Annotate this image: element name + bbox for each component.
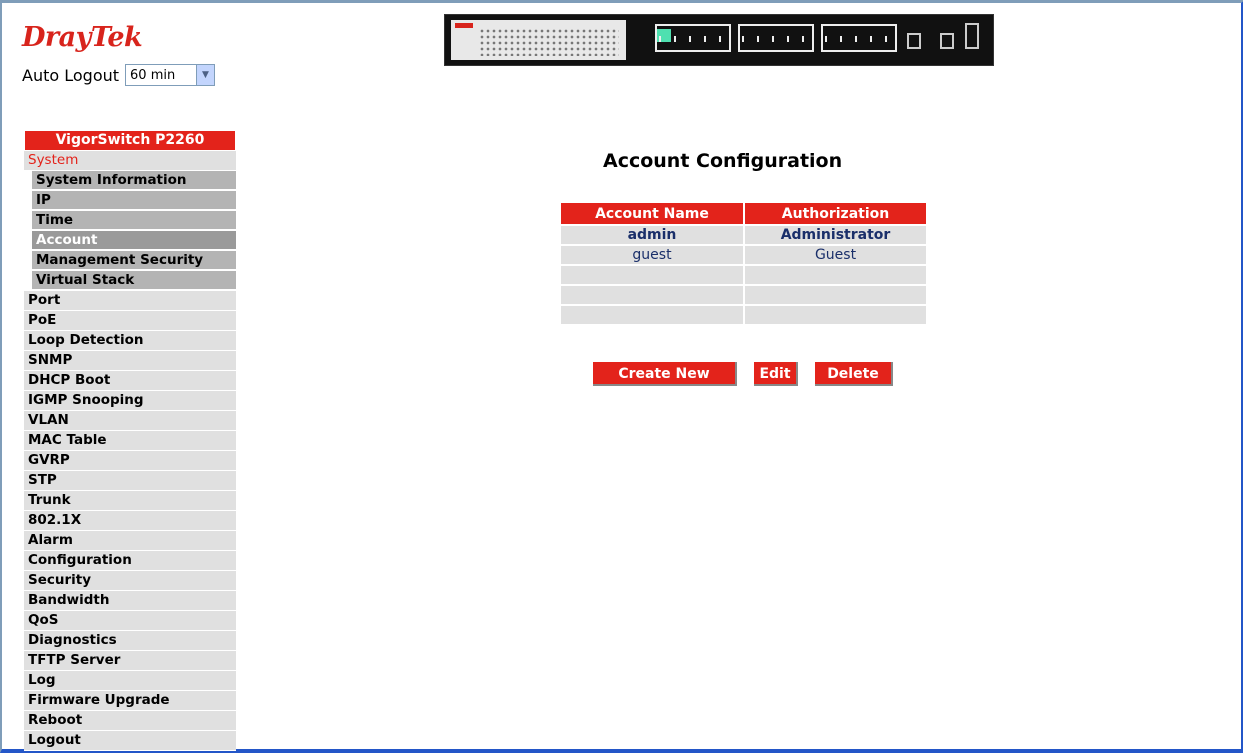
sidebar-item-qos[interactable]: QoS	[24, 611, 236, 631]
sidebar-item-tftp-server[interactable]: TFTP Server	[24, 651, 236, 671]
sidebar-item-security[interactable]: Security	[24, 571, 236, 591]
sidebar-item-snmp[interactable]: SNMP	[24, 351, 236, 371]
sidebar-subitem-time[interactable]: Time	[32, 211, 236, 231]
port-group-icon	[738, 24, 814, 52]
sidebar-item-dhcp-boot[interactable]: DHCP Boot	[24, 371, 236, 391]
authorization-cell	[745, 306, 926, 324]
edit-button[interactable]: Edit	[754, 362, 798, 386]
table-row[interactable]: admin Administrator	[561, 226, 926, 244]
sidebar-item-log[interactable]: Log	[24, 671, 236, 691]
sidebar-item-configuration[interactable]: Configuration	[24, 551, 236, 571]
authorization-cell	[745, 286, 926, 304]
authorization-cell	[745, 266, 926, 284]
account-name-cell: admin	[561, 226, 743, 244]
column-header-authorization: Authorization	[745, 203, 926, 224]
console-port-icon	[965, 23, 979, 49]
sidebar-item-port[interactable]: Port	[24, 291, 236, 311]
sidebar-subitem-account[interactable]: Account	[32, 231, 236, 251]
switch-front-panel-image	[444, 14, 994, 66]
sidebar-item-stp[interactable]: STP	[24, 471, 236, 491]
page-title: Account Configuration	[603, 150, 843, 172]
draytek-logo: DrayTek	[22, 22, 143, 53]
device-title: VigorSwitch P2260	[24, 130, 236, 151]
sidebar-item-alarm[interactable]: Alarm	[24, 531, 236, 551]
sidebar-item-trunk[interactable]: Trunk	[24, 491, 236, 511]
sidebar-item-poe[interactable]: PoE	[24, 311, 236, 331]
sidebar-item-system[interactable]: System	[24, 151, 236, 171]
sidebar-item-igmp-snooping[interactable]: IGMP Snooping	[24, 391, 236, 411]
account-name-cell	[561, 306, 743, 324]
chevron-down-icon[interactable]: ▼	[196, 65, 215, 85]
sidebar-item-firmware-upgrade[interactable]: Firmware Upgrade	[24, 691, 236, 711]
auto-logout-select[interactable]: 60 min ▼	[125, 64, 216, 86]
delete-button[interactable]: Delete	[815, 362, 893, 386]
create-new-button[interactable]: Create New	[593, 362, 737, 386]
account-table: Account Name Authorization admin Administ…	[559, 201, 928, 326]
auto-logout-label: Auto Logout	[22, 65, 120, 85]
switch-label-panel	[451, 20, 626, 60]
auto-logout-value: 60 min	[130, 67, 176, 83]
auto-logout: Auto Logout 60 min ▼	[22, 64, 216, 86]
sfp-port-icon	[907, 33, 921, 49]
sidebar-item-vlan[interactable]: VLAN	[24, 411, 236, 431]
table-row[interactable]	[561, 286, 926, 304]
account-name-cell	[561, 266, 743, 284]
account-name-cell: guest	[561, 246, 743, 264]
sidebar-subitem-ip[interactable]: IP	[32, 191, 236, 211]
table-row[interactable]	[561, 306, 926, 324]
port-group-icon	[821, 24, 897, 52]
sidebar-item-diagnostics[interactable]: Diagnostics	[24, 631, 236, 651]
sidebar-item-gvrp[interactable]: GVRP	[24, 451, 236, 471]
account-name-cell	[561, 286, 743, 304]
sidebar-subitem-virtual-stack[interactable]: Virtual Stack	[32, 271, 236, 291]
sidebar-item-mac-table[interactable]: MAC Table	[24, 431, 236, 451]
sidebar-item-logout[interactable]: Logout	[24, 731, 236, 751]
sidebar-menu: VigorSwitch P2260 System System Informat…	[24, 130, 236, 751]
authorization-cell: Administrator	[745, 226, 926, 244]
sidebar-subitem-system-information[interactable]: System Information	[32, 171, 236, 191]
sidebar-item-802-1x[interactable]: 802.1X	[24, 511, 236, 531]
port-group-icon	[655, 24, 731, 52]
sfp-port-icon	[940, 33, 954, 49]
table-row[interactable]: guest Guest	[561, 246, 926, 264]
sidebar-item-loop-detection[interactable]: Loop Detection	[24, 331, 236, 351]
sidebar-item-bandwidth[interactable]: Bandwidth	[24, 591, 236, 611]
sidebar-subitem-management-security[interactable]: Management Security	[32, 251, 236, 271]
authorization-cell: Guest	[745, 246, 926, 264]
sidebar-item-reboot[interactable]: Reboot	[24, 711, 236, 731]
column-header-account-name: Account Name	[561, 203, 743, 224]
table-row[interactable]	[561, 266, 926, 284]
